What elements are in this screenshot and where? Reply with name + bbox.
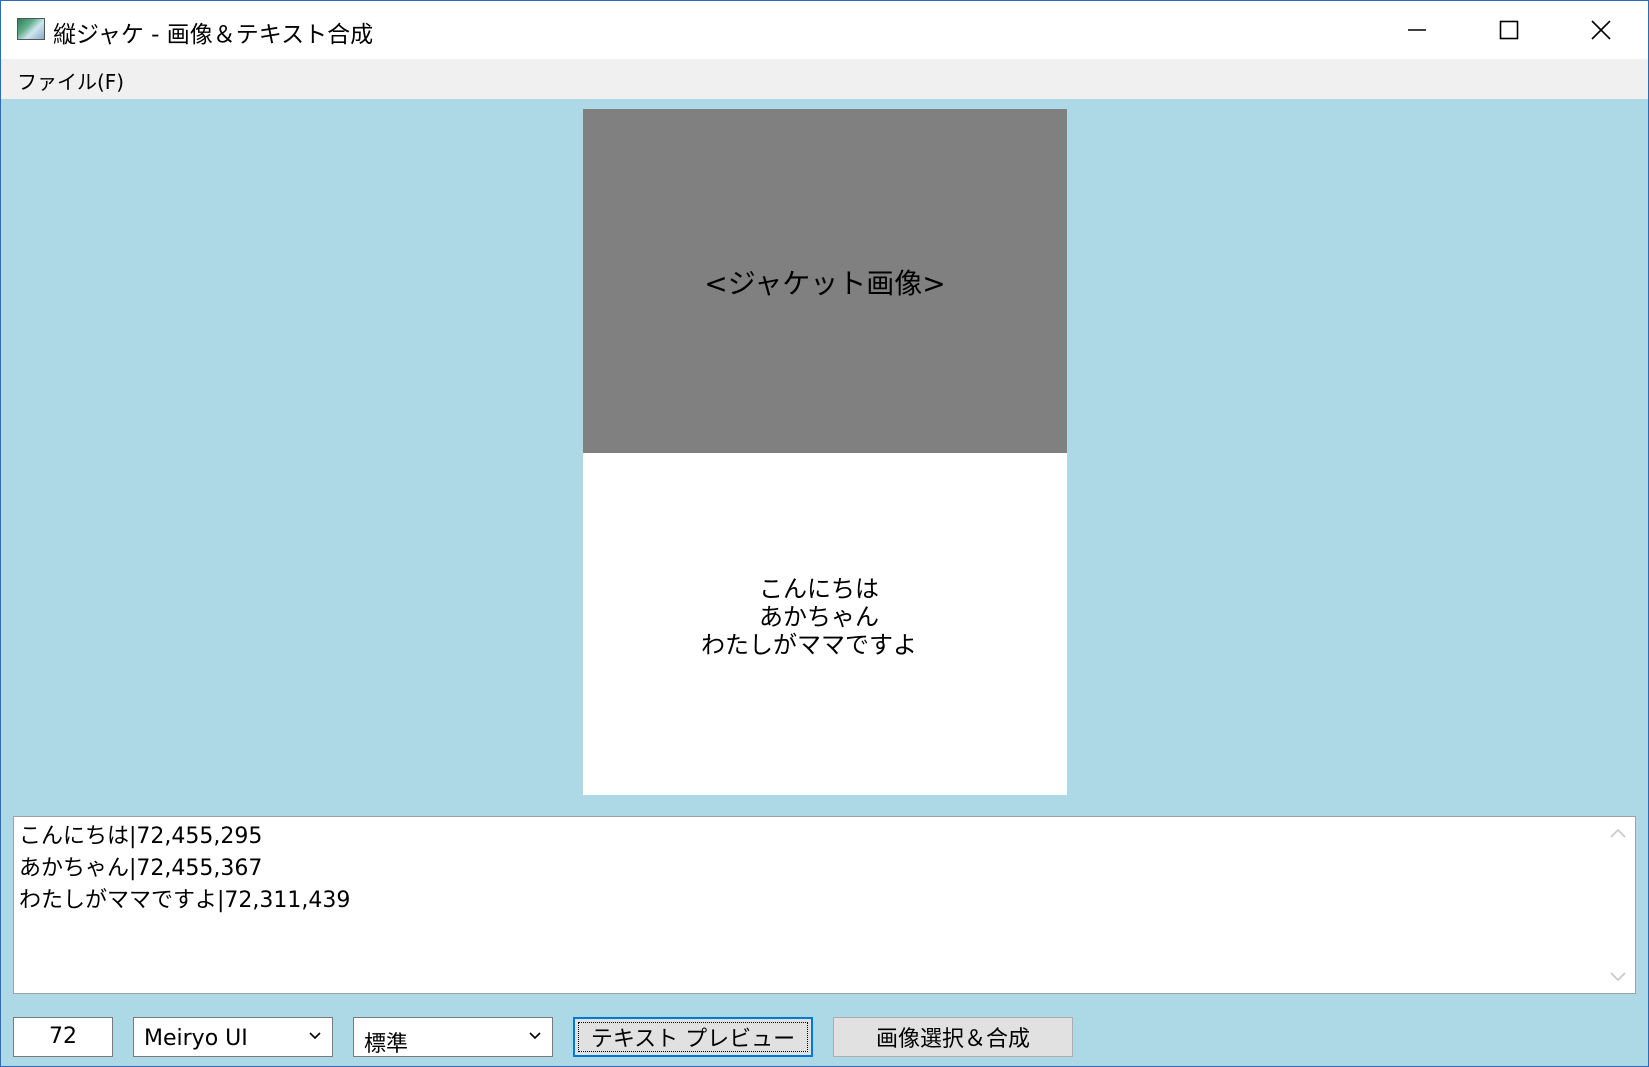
text-preview-area: こんにちは あかちゃん わたしがママですよ [583,453,1067,795]
text-preview-button[interactable]: テキスト プレビュー [573,1017,813,1057]
jacket-image-label: <ジャケット画像> [704,267,946,300]
minimize-icon [1408,29,1426,31]
jacket-image-area: <ジャケット画像> [583,109,1067,453]
editor-line: わたしがママですよ|72,311,439 [19,888,351,913]
scroll-down-icon[interactable] [1609,971,1627,983]
main-window: 縦ジャケ - 画像＆テキスト合成 ファイル(F) <ジャケット画像> こんにちは [0,0,1649,1067]
font-family-select[interactable]: Meiryo UI [133,1017,333,1057]
editor-content[interactable]: こんにちは|72,455,295 あかちゃん|72,455,367 わたしがママ… [19,821,350,917]
font-size-input[interactable]: 72 [13,1017,113,1057]
font-style-select[interactable]: 標準 [353,1017,553,1057]
select-image-compose-button[interactable]: 画像選択＆合成 [833,1017,1073,1057]
window-title: 縦ジャケ - 画像＆テキスト合成 [53,22,374,48]
bottom-toolbar: 72 Meiryo UI 標準 テキスト プレビュー 画像選択＆合成 [1,1011,1648,1061]
editor-line: あかちゃん|72,455,367 [19,856,263,881]
title-bar[interactable]: 縦ジャケ - 画像＆テキスト合成 [1,1,1648,59]
vertical-scrollbar[interactable] [1601,817,1635,993]
close-icon [1591,20,1611,40]
scroll-up-icon[interactable] [1609,827,1627,839]
text-editor[interactable]: こんにちは|72,455,295 あかちゃん|72,455,367 わたしがママ… [13,816,1636,994]
preview-line: あかちゃん [759,603,879,631]
chevron-down-icon [529,1032,541,1040]
font-style-value: 標準 [364,1032,409,1057]
chevron-down-icon [309,1032,321,1040]
app-icon [17,18,45,40]
menu-bar: ファイル(F) [1,59,1648,99]
close-button[interactable] [1555,1,1647,59]
preview-line: こんにちは [759,575,879,603]
maximize-button[interactable] [1463,1,1555,59]
editor-line: こんにちは|72,455,295 [19,824,263,849]
font-family-value: Meiryo UI [144,1026,248,1051]
minimize-button[interactable] [1371,1,1463,59]
jacket-preview: <ジャケット画像> こんにちは あかちゃん わたしがママですよ [583,109,1067,795]
preview-line: わたしがママですよ [701,631,917,659]
compose-button-label: 画像選択＆合成 [875,1027,1030,1052]
menu-file[interactable]: ファイル(F) [17,66,124,95]
focus-ring [578,1022,808,1052]
maximize-icon [1499,20,1519,40]
